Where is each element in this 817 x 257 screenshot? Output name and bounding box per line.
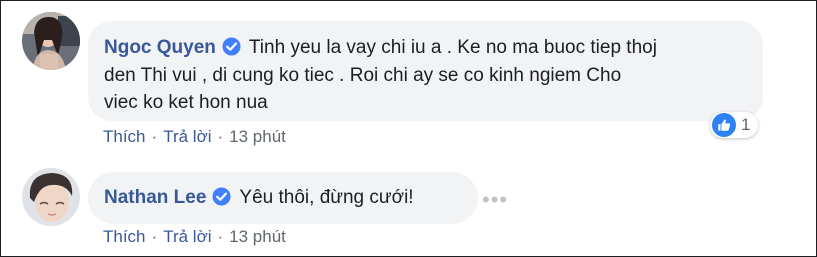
reaction-count-badge[interactable]: 1 bbox=[710, 112, 759, 138]
more-options-icon[interactable]: ••• bbox=[482, 187, 508, 213]
reply-link[interactable]: Trả lời bbox=[163, 227, 211, 246]
verified-badge-icon bbox=[222, 37, 241, 56]
separator-dot: · bbox=[217, 127, 224, 146]
avatar-photo-icon bbox=[22, 168, 80, 226]
like-icon bbox=[712, 113, 736, 137]
avatar[interactable] bbox=[22, 168, 80, 226]
author-name[interactable]: Nathan Lee bbox=[104, 187, 206, 208]
like-link[interactable]: Thích bbox=[103, 227, 146, 246]
timestamp[interactable]: 13 phút bbox=[229, 127, 286, 146]
comment-actions: Thích · Trả lời · 13 phút bbox=[103, 127, 286, 147]
comment-text-line-2: den Thi vui , di cung ko tiec . Roi chi … bbox=[104, 65, 622, 86]
comment-text-line-3: viec ko ket hon nua bbox=[104, 92, 268, 113]
comment-bubble: Ngoc Quyen Tinh yeu la vay chi iu a . Ke… bbox=[88, 21, 763, 121]
reply-link[interactable]: Trả lời bbox=[163, 127, 211, 146]
comment-text: Yêu thôi, đừng cưới! bbox=[239, 187, 414, 208]
separator-dot: · bbox=[151, 127, 158, 146]
avatar-photo-icon bbox=[22, 12, 80, 70]
reaction-count: 1 bbox=[741, 115, 751, 134]
comment-bubble: Nathan Lee Yêu thôi, đừng cưới! bbox=[88, 172, 478, 224]
author-name[interactable]: Ngoc Quyen bbox=[104, 37, 216, 58]
avatar[interactable] bbox=[22, 12, 80, 70]
separator-dot: · bbox=[217, 227, 224, 246]
timestamp[interactable]: 13 phút bbox=[229, 227, 286, 246]
comments-panel: Ngoc Quyen Tinh yeu la vay chi iu a . Ke… bbox=[0, 0, 817, 257]
separator-dot: · bbox=[151, 227, 158, 246]
like-link[interactable]: Thích bbox=[103, 127, 146, 146]
verified-badge-icon bbox=[212, 187, 231, 206]
comment-text-line-1: Tinh yeu la vay chi iu a . Ke no ma buoc… bbox=[248, 37, 657, 58]
comment-actions: Thích · Trả lời · 13 phút bbox=[103, 227, 286, 247]
